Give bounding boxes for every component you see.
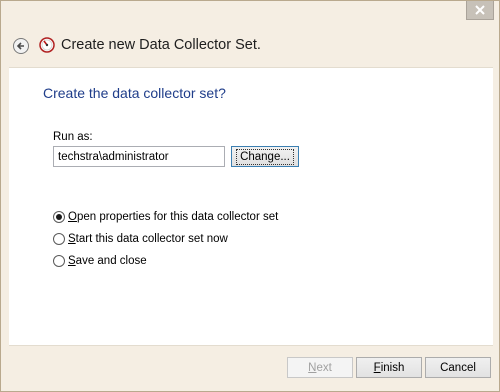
performance-monitor-icon xyxy=(39,37,55,53)
change-button[interactable]: Change... xyxy=(231,146,299,167)
radio-open-properties[interactable]: Open properties for this data collector … xyxy=(53,209,278,225)
finish-button[interactable]: Finish xyxy=(356,357,422,378)
close-button[interactable] xyxy=(466,1,494,20)
wizard-content: Create the data collector set? Run as: C… xyxy=(9,67,493,346)
close-icon xyxy=(475,5,485,15)
run-as-label: Run as: xyxy=(53,131,93,143)
radio-save-close[interactable]: Save and close xyxy=(53,253,147,269)
radio-label: Open properties for this data collector … xyxy=(68,211,279,223)
radio-start-now[interactable]: Start this data collector set now xyxy=(53,231,228,247)
change-button-label: Change... xyxy=(236,148,294,165)
back-arrow-icon xyxy=(16,42,24,50)
page-title: Create the data collector set? xyxy=(43,85,226,101)
cancel-button[interactable]: Cancel xyxy=(425,357,491,378)
next-button[interactable]: Next xyxy=(287,357,353,378)
wizard-header: Create new Data Collector Set. xyxy=(1,25,499,65)
dialog-window: Create new Data Collector Set. Create th… xyxy=(0,0,500,392)
back-button[interactable] xyxy=(13,38,29,54)
radio-label: Save and close xyxy=(68,255,147,267)
radio-button[interactable] xyxy=(53,211,65,223)
radio-selected-dot xyxy=(56,214,62,220)
radio-button[interactable] xyxy=(53,255,65,267)
radio-button[interactable] xyxy=(53,233,65,245)
radio-label: Start this data collector set now xyxy=(68,233,228,245)
run-as-input[interactable] xyxy=(53,146,225,167)
window-title: Create new Data Collector Set. xyxy=(61,37,261,53)
